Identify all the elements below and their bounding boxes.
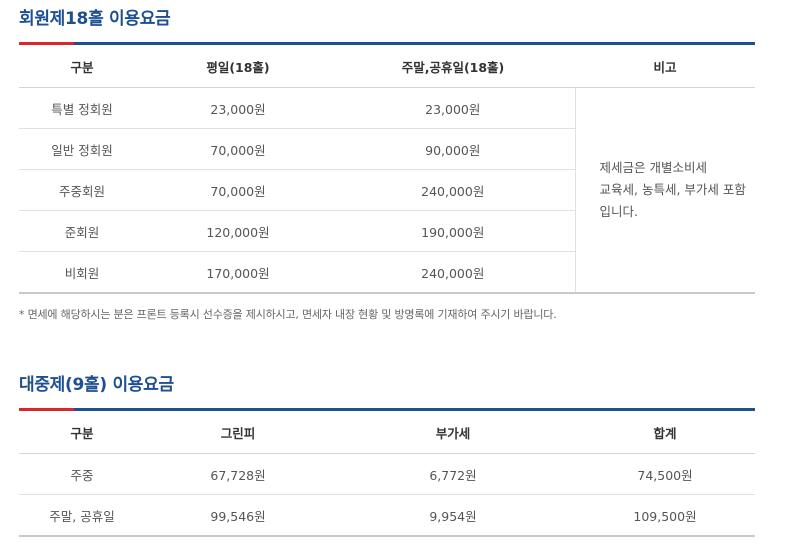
public-fees-section: 대중제(9홀) 이용요금 구분 그린피 부가세 합계 주중 67,728원 6,…	[19, 366, 755, 537]
public-fees-title: 대중제(9홀) 이용요금	[19, 375, 174, 395]
remarks-cell: 제세금은 개별소비세 교육세, 농특세, 부가세 포함 입니다.	[574, 87, 755, 294]
row-vat: 6,772원	[331, 453, 575, 495]
row-category: 주중회원	[19, 169, 145, 211]
header-vat: 부가세	[331, 411, 575, 454]
title-divider	[19, 408, 755, 411]
row-weekday-fee: 170,000원	[145, 251, 331, 294]
title-divider	[19, 42, 755, 45]
row-category: 특별 정회원	[19, 87, 145, 129]
remarks-line: 제세금은 개별소비세	[599, 160, 707, 175]
membership-fees-title: 회원제18홀 이용요금	[19, 9, 171, 29]
row-weekend-fee: 23,000원	[331, 87, 575, 129]
row-category: 주말, 공휴일	[19, 494, 145, 537]
header-weekday: 평일(18홀)	[145, 45, 331, 88]
row-green-fee: 67,728원	[145, 453, 331, 495]
remarks-line: 입니다.	[599, 204, 638, 219]
row-weekend-fee: 240,000원	[331, 169, 575, 211]
header-weekend: 주말,공휴일(18홀)	[331, 45, 575, 88]
row-weekend-fee: 190,000원	[331, 210, 575, 252]
row-weekend-fee: 90,000원	[331, 128, 575, 170]
header-remarks: 비고	[575, 45, 755, 88]
row-weekend-fee: 240,000원	[331, 251, 575, 294]
header-category: 구분	[19, 411, 145, 454]
row-weekday-fee: 70,000원	[145, 128, 331, 170]
header-category: 구분	[19, 45, 145, 88]
title-divider-accent	[19, 42, 74, 45]
row-category: 비회원	[19, 251, 145, 294]
row-category: 준회원	[19, 210, 145, 252]
tax-exemption-footnote: * 면세에 해당하시는 분은 프론트 등록시 선수증을 제시하시고, 면세자 내…	[19, 308, 557, 321]
title-divider-accent	[19, 408, 74, 411]
row-vat: 9,954원	[331, 494, 575, 537]
table-row: 주중 67,728원 6,772원 74,500원	[19, 453, 755, 495]
public-fees-table: 구분 그린피 부가세 합계 주중 67,728원 6,772원 74,500원 …	[19, 411, 755, 537]
membership-fees-table: 구분 평일(18홀) 주말,공휴일(18홀) 비고 특별 정회원 23,000원…	[19, 45, 755, 294]
row-category: 일반 정회원	[19, 128, 145, 170]
table-row: 주말, 공휴일 99,546원 9,954원 109,500원	[19, 494, 755, 537]
row-category: 주중	[19, 453, 145, 495]
remarks-line: 교육세, 농특세, 부가세 포함	[599, 182, 746, 197]
row-green-fee: 99,546원	[145, 494, 331, 537]
row-total: 109,500원	[575, 494, 755, 537]
row-weekday-fee: 23,000원	[145, 87, 331, 129]
table-row: 특별 정회원 23,000원 23,000원 제세금은 개별소비세 교육세, 농…	[19, 87, 755, 294]
table-header-row: 구분 평일(18홀) 주말,공휴일(18홀) 비고	[19, 45, 755, 88]
row-weekday-fee: 120,000원	[145, 210, 331, 252]
row-weekday-fee: 70,000원	[145, 169, 331, 211]
table-header-row: 구분 그린피 부가세 합계	[19, 411, 755, 454]
row-total: 74,500원	[575, 453, 755, 495]
header-green-fee: 그린피	[145, 411, 331, 454]
membership-fees-section: 회원제18홀 이용요금 구분 평일(18홀) 주말,공휴일(18홀) 비고 특별…	[19, 0, 755, 322]
header-total: 합계	[575, 411, 755, 454]
